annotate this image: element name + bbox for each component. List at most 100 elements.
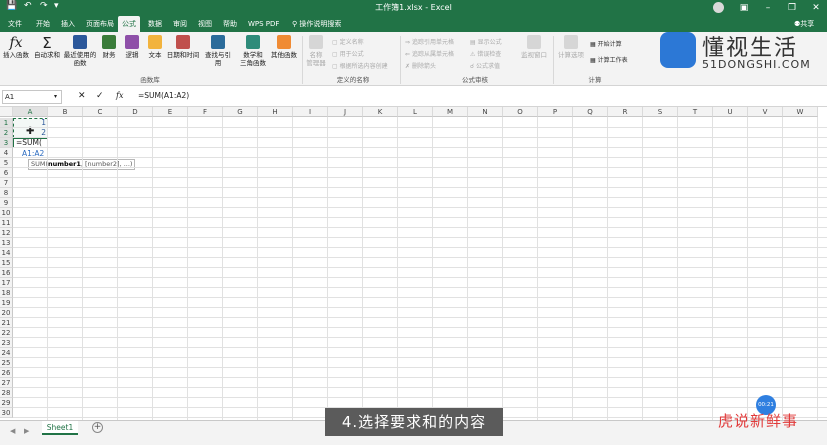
column-header-c[interactable]: C bbox=[83, 107, 118, 117]
column-header-n[interactable]: N bbox=[468, 107, 503, 117]
column-header-l[interactable]: L bbox=[398, 107, 433, 117]
column-header-i[interactable]: I bbox=[293, 107, 328, 117]
column-header-b[interactable]: B bbox=[48, 107, 83, 117]
row-header-19[interactable]: 19 bbox=[0, 298, 13, 308]
tab-view[interactable]: 视图 bbox=[194, 16, 216, 32]
row-header-15[interactable]: 15 bbox=[0, 258, 13, 268]
insert-function-button[interactable]: fx 插入函数 bbox=[3, 35, 29, 59]
column-header-u[interactable]: U bbox=[713, 107, 748, 117]
minimize-icon[interactable]: – bbox=[757, 0, 779, 16]
tab-data[interactable]: 数据 bbox=[144, 16, 166, 32]
lookup-button[interactable]: 查找与引用 bbox=[202, 35, 234, 67]
row-header-12[interactable]: 12 bbox=[0, 228, 13, 238]
worksheet-grid[interactable]: 1 2 ✚ =SUM( A1:A2 SUM(number1, [number2]… bbox=[0, 107, 827, 420]
trace-precedents-button[interactable]: ⇒ 追踪引用单元格 bbox=[405, 38, 454, 47]
column-header-r[interactable]: R bbox=[608, 107, 643, 117]
next-sheet-icon[interactable]: ▶ bbox=[24, 427, 29, 435]
calculate-now-button[interactable]: ▦ 开始计算 bbox=[590, 40, 622, 49]
row-header-18[interactable]: 18 bbox=[0, 288, 13, 298]
prev-sheet-icon[interactable]: ◀ bbox=[10, 427, 15, 435]
fx-bar-icon[interactable]: fx bbox=[116, 91, 123, 100]
column-header-f[interactable]: F bbox=[188, 107, 223, 117]
column-header-q[interactable]: Q bbox=[573, 107, 608, 117]
column-header-e[interactable]: E bbox=[153, 107, 188, 117]
name-box[interactable]: A1 bbox=[2, 90, 62, 104]
row-header-14[interactable]: 14 bbox=[0, 248, 13, 258]
column-header-d[interactable]: D bbox=[118, 107, 153, 117]
row-header-10[interactable]: 10 bbox=[0, 208, 13, 218]
row-header-8[interactable]: 8 bbox=[0, 188, 13, 198]
row-header-1[interactable]: 1 bbox=[0, 118, 13, 128]
tab-formulas[interactable]: 公式 bbox=[118, 16, 140, 32]
watch-window-button[interactable]: 监视窗口 bbox=[520, 35, 548, 59]
name-manager-button[interactable]: 名称 管理器 bbox=[304, 35, 328, 67]
use-in-formula-button[interactable]: ▢ 用于公式 bbox=[332, 50, 364, 59]
remove-arrows-button[interactable]: ✗ 删除箭头 bbox=[405, 62, 436, 71]
tab-review[interactable]: 审阅 bbox=[169, 16, 191, 32]
account-avatar-icon[interactable] bbox=[713, 2, 724, 13]
row-header-5[interactable]: 5 bbox=[0, 158, 13, 168]
logical-button[interactable]: 逻辑 bbox=[122, 35, 142, 59]
row-header-11[interactable]: 11 bbox=[0, 218, 13, 228]
column-header-t[interactable]: T bbox=[678, 107, 713, 117]
row-header-2[interactable]: 2 bbox=[0, 128, 13, 138]
autosum-button[interactable]: Σ 自动求和 bbox=[34, 35, 60, 59]
show-formulas-button[interactable]: ▤ 显示公式 bbox=[470, 38, 502, 47]
column-header-g[interactable]: G bbox=[223, 107, 258, 117]
calculate-sheet-button[interactable]: ▦ 计算工作表 bbox=[590, 56, 628, 65]
tab-page-layout[interactable]: 页面布局 bbox=[82, 16, 118, 32]
row-header-17[interactable]: 17 bbox=[0, 278, 13, 288]
row-header-16[interactable]: 16 bbox=[0, 268, 13, 278]
tell-me-search[interactable]: ⚲ 操作说明搜索 bbox=[288, 16, 345, 32]
tab-wps-pdf[interactable]: WPS PDF bbox=[244, 16, 283, 32]
row-header-4[interactable]: 4 bbox=[0, 148, 13, 158]
row-header-29[interactable]: 29 bbox=[0, 398, 13, 408]
tab-help[interactable]: 帮助 bbox=[219, 16, 241, 32]
row-header-22[interactable]: 22 bbox=[0, 328, 13, 338]
restore-icon[interactable]: ❐ bbox=[781, 0, 803, 16]
column-header-m[interactable]: M bbox=[433, 107, 468, 117]
ribbon-display-icon[interactable]: ▣ bbox=[733, 0, 755, 16]
row-header-28[interactable]: 28 bbox=[0, 388, 13, 398]
row-header-24[interactable]: 24 bbox=[0, 348, 13, 358]
row-header-23[interactable]: 23 bbox=[0, 338, 13, 348]
row-header-25[interactable]: 25 bbox=[0, 358, 13, 368]
calc-options-button[interactable]: 计算选项 bbox=[556, 35, 586, 59]
formula-input[interactable]: =SUM(A1:A2) bbox=[138, 91, 189, 100]
more-functions-button[interactable]: 其他函数 bbox=[269, 35, 299, 59]
column-header-a[interactable]: A bbox=[13, 107, 48, 117]
column-header-s[interactable]: S bbox=[643, 107, 678, 117]
enter-check-icon[interactable]: ✓ bbox=[96, 91, 104, 101]
datetime-button[interactable]: 日期和时间 bbox=[166, 35, 200, 59]
recent-functions-button[interactable]: 最近使用的 函数 bbox=[63, 35, 97, 67]
close-icon[interactable]: ✕ bbox=[805, 0, 827, 16]
math-trig-button[interactable]: 数学和 三角函数 bbox=[238, 35, 268, 67]
text-button[interactable]: 文本 bbox=[145, 35, 165, 59]
sheet-tab-sheet1[interactable]: Sheet1 bbox=[42, 421, 78, 435]
define-name-button[interactable]: ▢ 定义名称 bbox=[332, 38, 364, 47]
column-header-w[interactable]: W bbox=[783, 107, 818, 117]
evaluate-formula-button[interactable]: ☌ 公式求值 bbox=[470, 62, 500, 71]
row-header-27[interactable]: 27 bbox=[0, 378, 13, 388]
add-sheet-icon[interactable]: + bbox=[92, 422, 103, 433]
tab-insert[interactable]: 插入 bbox=[57, 16, 79, 32]
create-from-selection-button[interactable]: ▢ 根据所选内容创建 bbox=[332, 62, 388, 71]
name-box-dropdown-icon[interactable]: ▾ bbox=[54, 93, 57, 100]
tab-file[interactable]: 文件 bbox=[4, 16, 26, 32]
column-header-k[interactable]: K bbox=[363, 107, 398, 117]
row-header-7[interactable]: 7 bbox=[0, 178, 13, 188]
financial-button[interactable]: 财务 bbox=[99, 35, 119, 59]
row-header-30[interactable]: 30 bbox=[0, 408, 13, 418]
row-header-13[interactable]: 13 bbox=[0, 238, 13, 248]
error-checking-button[interactable]: ⚠ 错误检查 bbox=[470, 50, 501, 59]
column-header-j[interactable]: J bbox=[328, 107, 363, 117]
row-header-6[interactable]: 6 bbox=[0, 168, 13, 178]
column-header-h[interactable]: H bbox=[258, 107, 293, 117]
row-header-9[interactable]: 9 bbox=[0, 198, 13, 208]
row-header-3[interactable]: 3 bbox=[0, 138, 13, 148]
row-header-20[interactable]: 20 bbox=[0, 308, 13, 318]
column-header-p[interactable]: P bbox=[538, 107, 573, 117]
row-header-21[interactable]: 21 bbox=[0, 318, 13, 328]
cancel-icon[interactable]: ✕ bbox=[78, 91, 86, 101]
tab-home[interactable]: 开始 bbox=[32, 16, 54, 32]
